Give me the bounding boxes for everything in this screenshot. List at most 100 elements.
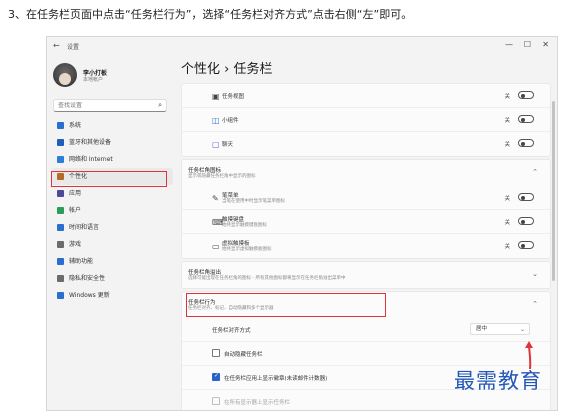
sidebar-item-label: 帐户	[69, 207, 82, 214]
breadcrumb-parent[interactable]: 个性化	[181, 62, 220, 77]
toggle-state: 关	[504, 244, 510, 250]
sidebar-item-apps[interactable]: 应用	[51, 185, 173, 202]
close-icon[interactable]: ✕	[542, 40, 549, 49]
accessibility-icon	[57, 258, 64, 265]
setting-sub: 始终显示虚拟触摸板图标	[222, 247, 272, 252]
search-icon[interactable]: ⌕	[158, 101, 162, 110]
wifi-icon	[57, 156, 64, 163]
sidebar-item-privacy[interactable]: 隐私和安全性	[51, 270, 173, 287]
sidebar-item-gaming[interactable]: 游戏	[51, 236, 173, 253]
touch-keyboard-toggle[interactable]	[518, 217, 534, 225]
checkbox-label: 自动隐藏任务栏	[224, 352, 263, 358]
sidebar-nav: 系统 蓝牙和其他设备 网络和 Internet 个性化 应用 帐户 时间和语言 …	[51, 117, 173, 304]
watermark-logo: 最需教育	[454, 369, 542, 393]
widgets-icon: ◫	[212, 116, 220, 125]
setting-sub: 当笔在使用中时显示笔菜单图标	[222, 199, 285, 204]
corner-overflow-card[interactable]: 任务栏角溢出 选择可能出现在任务栏角的图标 - 所有其他图标都将显示在任务栏角溢…	[181, 261, 551, 289]
chevron-up-icon[interactable]: ⌃	[532, 168, 538, 176]
apps-icon	[57, 190, 64, 197]
search-box[interactable]: ⌕	[53, 99, 167, 112]
sidebar-item-label: 网络和 Internet	[69, 156, 113, 163]
toggle-state: 关	[504, 142, 510, 148]
virtual-touchpad-toggle[interactable]	[518, 241, 534, 249]
highlight-taskbar-behavior	[186, 293, 386, 317]
setting-label: 聊天	[222, 142, 234, 148]
setting-sub: 始终显示触摸键盘图标	[222, 223, 267, 228]
sidebar-item-accounts[interactable]: 帐户	[51, 202, 173, 219]
user-profile[interactable]: 李小打板 本地帐户	[53, 63, 183, 97]
toggle-state: 关	[504, 196, 510, 202]
sidebar-item-label: 系统	[69, 122, 82, 129]
back-arrow-icon[interactable]: ←	[53, 41, 60, 50]
toggle-state: 关	[504, 220, 510, 226]
alignment-dropdown[interactable]: 居中 ⌄	[470, 323, 530, 335]
avatar	[53, 63, 77, 87]
globe-icon	[57, 224, 64, 231]
window-title: 设置	[67, 44, 80, 51]
breadcrumb-separator: ›	[224, 62, 230, 77]
settings-content: ▣ 任务视图 关 ◫ 小组件 关 ▢ 聊天 关 任务栏角图标 显示或隐藏任务栏角	[181, 83, 551, 410]
chat-toggle[interactable]	[518, 139, 534, 147]
widgets-row: ◫ 小组件 关	[182, 108, 550, 132]
sidebar-item-system[interactable]: 系统	[51, 117, 173, 134]
setting-label: 任务栏对齐方式	[212, 328, 251, 334]
pen-menu-row: ✎ 笔菜单 当笔在使用中时显示笔菜单图标 关	[182, 186, 550, 210]
chevron-down-icon: ⌄	[519, 326, 525, 333]
corner-icons-card: 任务栏角图标 显示或隐藏任务栏角中显示的图标 ⌃ ✎ 笔菜单 当笔在使用中时显示…	[181, 159, 551, 259]
chat-row: ▢ 聊天 关	[182, 132, 550, 156]
widgets-toggle[interactable]	[518, 115, 534, 123]
highlight-personalization	[51, 171, 167, 187]
sidebar-item-network[interactable]: 网络和 Internet	[51, 151, 173, 168]
sidebar-item-label: 应用	[69, 190, 82, 197]
toggle-state: 关	[504, 118, 510, 124]
corner-icons-header[interactable]: 任务栏角图标 显示或隐藏任务栏角中显示的图标 ⌃	[182, 160, 550, 186]
dropdown-value: 居中	[476, 326, 488, 332]
taskbar-behavior-header[interactable]: 任务栏行为 任务栏对齐、标记、自动隐藏和多个显示器 ⌃	[182, 292, 550, 318]
settings-window: ← 设置 — ☐ ✕ 李小打板 本地帐户 ⌕ 系统 蓝牙和其他设备 网络和 In…	[46, 36, 558, 411]
sidebar-item-label: 蓝牙和其他设备	[69, 139, 112, 146]
search-input[interactable]	[58, 102, 148, 109]
sidebar-item-windows-update[interactable]: Windows 更新	[51, 287, 173, 304]
breadcrumb-current: 任务栏	[233, 62, 273, 77]
task-view-row: ▣ 任务视图 关	[182, 84, 550, 108]
sidebar-item-label: 辅助功能	[69, 258, 94, 265]
chevron-up-icon[interactable]: ⌃	[532, 300, 538, 308]
sidebar-item-bluetooth[interactable]: 蓝牙和其他设备	[51, 134, 173, 151]
instruction-caption: 3、在任务栏页面中点击“任务栏行为”，选择“任务栏对齐方式”点击右侧“左”即可。	[8, 8, 413, 21]
badges-checkbox[interactable]	[212, 372, 220, 381]
chevron-down-icon[interactable]: ⌄	[532, 270, 538, 278]
taskbar-items-card: ▣ 任务视图 关 ◫ 小组件 关 ▢ 聊天 关	[181, 83, 551, 157]
update-icon	[57, 292, 64, 299]
minimize-icon[interactable]: —	[505, 40, 513, 49]
shield-icon	[57, 275, 64, 282]
virtual-touchpad-row: ▭ 虚拟触摸板 始终显示虚拟触摸板图标 关	[182, 234, 550, 258]
sidebar-item-label: 隐私和安全性	[69, 275, 106, 282]
task-view-toggle[interactable]	[518, 91, 534, 99]
auto-hide-checkbox[interactable]	[212, 349, 220, 357]
bluetooth-icon	[57, 139, 64, 146]
sidebar-item-time-language[interactable]: 时间和语言	[51, 219, 173, 236]
gamepad-icon	[57, 241, 64, 248]
profile-sub: 本地帐户	[83, 77, 104, 83]
pen-menu-toggle[interactable]	[518, 193, 534, 201]
scrollbar-thumb[interactable]	[552, 101, 555, 281]
all-displays-checkbox[interactable]	[212, 397, 220, 405]
sidebar-item-label: 时间和语言	[69, 224, 100, 231]
alignment-row: 任务栏对齐方式 居中 ⌄	[182, 318, 550, 342]
sidebar-item-label: Windows 更新	[69, 292, 110, 299]
section-subtitle: 显示或隐藏任务栏角中显示的图标	[188, 174, 256, 179]
touch-keyboard-row: ⌨ 触摸键盘 始终显示触摸键盘图标 关	[182, 210, 550, 234]
sidebar-item-accessibility[interactable]: 辅助功能	[51, 253, 173, 270]
system-icon	[57, 122, 64, 129]
account-icon	[57, 207, 64, 214]
title-bar: ← 设置 — ☐ ✕	[47, 37, 557, 57]
checkbox-label: 在任务栏应用上显示徽章(未读邮件计数器)	[224, 376, 328, 382]
maximize-icon[interactable]: ☐	[524, 40, 531, 49]
setting-label: 任务视图	[222, 94, 245, 100]
checkbox-label: 在所有显示器上显示任务栏	[224, 400, 291, 406]
corner-overflow-header[interactable]: 任务栏角溢出 选择可能出现在任务栏角的图标 - 所有其他图标都将显示在任务栏角溢…	[182, 262, 550, 288]
touchpad-icon: ▭	[212, 242, 220, 251]
toggle-state: 关	[504, 94, 510, 100]
page-title: 个性化 › 任务栏	[181, 58, 273, 77]
scrollbar[interactable]	[552, 91, 555, 391]
